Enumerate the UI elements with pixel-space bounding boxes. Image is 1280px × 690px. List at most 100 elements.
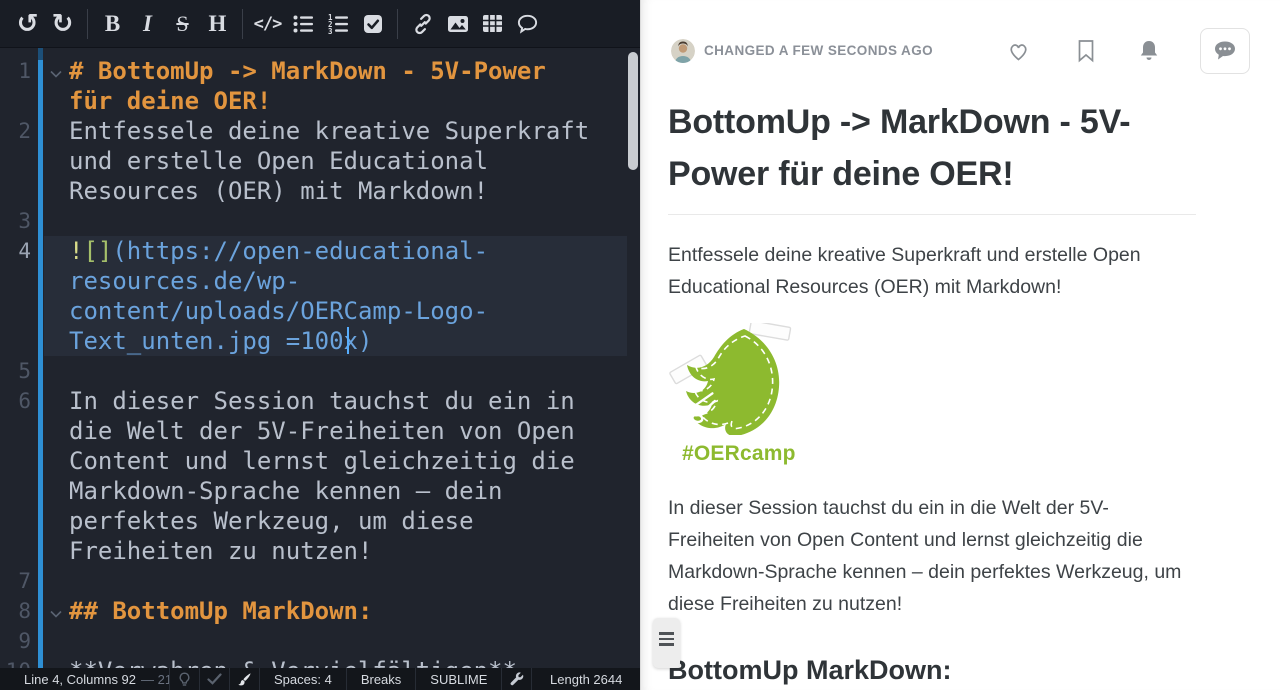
text-cursor xyxy=(347,327,349,354)
ordered-list-icon: 123 xyxy=(328,13,348,35)
brush-icon xyxy=(238,672,251,685)
markdown-h1-source: # BottomUp -> MarkDown - 5V-Power für de… xyxy=(69,57,561,115)
intro-paragraph: Entfessele deine kreative Superkraft und… xyxy=(668,244,1141,298)
editor-line-5[interactable]: 5 xyxy=(0,356,640,386)
check-icon xyxy=(207,673,222,685)
comments-panel-button[interactable] xyxy=(1200,27,1250,74)
empty-line xyxy=(69,566,597,596)
line-number: 3 xyxy=(18,209,31,233)
code-icon: </> xyxy=(253,13,283,34)
empty-line xyxy=(69,626,597,656)
undo-icon: ↺ xyxy=(16,8,39,39)
undo-button[interactable]: ↺ xyxy=(10,6,45,42)
editor-scrollbar-thumb[interactable] xyxy=(628,52,638,170)
wrench-icon xyxy=(510,672,524,686)
linebreak-setting[interactable]: Breaks xyxy=(347,668,417,690)
avatar[interactable] xyxy=(671,38,695,63)
editor-line-3[interactable]: 3 xyxy=(0,206,640,236)
line-number: 9 xyxy=(18,629,31,653)
bold-button[interactable]: B xyxy=(95,6,130,42)
breaks-label: Breaks xyxy=(360,671,402,687)
editor-line-4[interactable]: 4 ![](https://open-educational-resources… xyxy=(0,236,640,356)
editor-pane: ↺ ↻ B I S H </> 123 1 # BottomUp -> Mark… xyxy=(0,0,640,690)
line-number: 8 xyxy=(18,599,31,623)
spellcheck-toggle-button[interactable] xyxy=(200,668,230,690)
markdown-editor-app: ↺ ↻ B I S H </> 123 1 # BottomUp -> Mark… xyxy=(0,0,1280,690)
paragraph-source: Entfessele deine kreative Superkraft und… xyxy=(69,117,604,205)
bookmark-icon xyxy=(1078,39,1094,62)
redo-icon: ↻ xyxy=(51,8,74,39)
line-number: 2 xyxy=(18,119,31,143)
comment-button[interactable] xyxy=(510,6,545,42)
link-icon xyxy=(414,13,431,34)
keymap-label: SUBLIME xyxy=(430,671,488,687)
image-markdown-source: ![](https://open-educational-resources.d… xyxy=(69,236,597,356)
preview-header: CHANGED A FEW SECONDS AGO xyxy=(641,0,1280,74)
gutter-change-bar xyxy=(38,48,43,668)
hamburger-icon xyxy=(659,632,674,635)
notifications-button[interactable] xyxy=(1138,39,1160,63)
cursor-position-status[interactable]: Line 4, Columns 92 — 21 xyxy=(0,668,170,690)
line-number: 5 xyxy=(18,359,31,383)
editor-settings-button[interactable] xyxy=(502,668,533,690)
flame-shape xyxy=(686,329,780,437)
strikethrough-icon: S xyxy=(176,10,189,36)
editor-line-1[interactable]: 1 # BottomUp -> MarkDown - 5V-Power für … xyxy=(0,56,640,116)
link-button[interactable] xyxy=(405,6,440,42)
indent-setting[interactable]: Spaces: 4 xyxy=(260,668,347,690)
editor-line-9[interactable]: 9 xyxy=(0,626,640,656)
bookmark-button[interactable] xyxy=(1076,39,1096,63)
toc-toggle-handle[interactable] xyxy=(653,618,680,668)
document-title: BottomUp -> MarkDown - 5V-Power für dein… xyxy=(668,96,1196,215)
length-label: Length 2644 xyxy=(550,671,623,687)
preview-pane: CHANGED A FEW SECONDS AGO BottomUp -> Ma… xyxy=(640,0,1280,690)
code-button[interactable]: </> xyxy=(250,6,285,42)
toolbar-separator xyxy=(397,8,398,39)
check-list-button[interactable] xyxy=(355,6,390,42)
table-button[interactable] xyxy=(475,6,510,42)
bold-text-source: **Verwahren & Vervielfältigen** xyxy=(69,656,597,668)
line-number: 4 xyxy=(18,239,31,263)
strikethrough-button[interactable]: S xyxy=(165,6,200,42)
editor-toolbar: ↺ ↻ B I S H </> 123 xyxy=(0,0,640,48)
session-paragraph: In dieser Session tauchst du ein in die … xyxy=(668,497,1182,615)
editor-line-10[interactable]: 10 **Verwahren & Vervielfältigen** xyxy=(0,656,640,668)
editor-line-2[interactable]: 2 Entfessele deine kreative Superkraft u… xyxy=(0,116,640,206)
line-number: 7 xyxy=(18,569,31,593)
markdown-h2-source: ## BottomUp MarkDown: xyxy=(69,597,373,625)
heading-button[interactable]: H xyxy=(200,6,235,42)
keymap-setting[interactable]: SUBLIME xyxy=(416,668,503,690)
paragraph-source: In dieser Session tauchst du ein in die … xyxy=(69,387,590,565)
line-number: 6 xyxy=(18,389,31,413)
oercamp-logo-caption: #OERcamp xyxy=(682,442,796,465)
toolbar-separator xyxy=(242,8,243,39)
indent-label: Spaces: 4 xyxy=(274,671,332,687)
editor-line-6[interactable]: 6 In dieser Session tauchst du ein in di… xyxy=(0,386,640,566)
document-length-status: Length 2644 xyxy=(532,668,640,690)
bang-token: ! xyxy=(69,237,84,265)
hint-toggle-button[interactable] xyxy=(170,668,200,690)
preview-actions xyxy=(1006,27,1250,74)
like-button[interactable] xyxy=(1006,39,1031,63)
comment-bubble-icon xyxy=(1215,41,1235,59)
bracket-token: [] xyxy=(83,237,113,265)
code-editor[interactable]: 1 # BottomUp -> MarkDown - 5V-Power für … xyxy=(0,48,640,668)
fold-chevron-icon[interactable] xyxy=(50,605,62,623)
italic-button[interactable]: I xyxy=(130,6,165,42)
theme-brush-button[interactable] xyxy=(230,668,260,690)
changed-timestamp: CHANGED A FEW SECONDS AGO xyxy=(704,43,934,58)
redo-button[interactable]: ↻ xyxy=(45,6,80,42)
editor-line-7[interactable]: 7 xyxy=(0,566,640,596)
editor-line-8[interactable]: 8 ## BottomUp MarkDown: xyxy=(0,596,640,626)
heading-icon: H xyxy=(208,10,227,36)
italic-icon: I xyxy=(143,10,152,36)
table-icon xyxy=(483,15,502,32)
toolbar-separator xyxy=(87,8,88,39)
bell-icon xyxy=(1140,40,1158,60)
fold-chevron-icon[interactable] xyxy=(50,65,62,83)
empty-line xyxy=(69,356,597,386)
image-button[interactable] xyxy=(440,6,475,42)
ordered-list-button[interactable]: 123 xyxy=(320,6,355,42)
rendered-markdown: BottomUp -> MarkDown - 5V-Power für dein… xyxy=(641,74,1211,690)
unordered-list-button[interactable] xyxy=(285,6,320,42)
